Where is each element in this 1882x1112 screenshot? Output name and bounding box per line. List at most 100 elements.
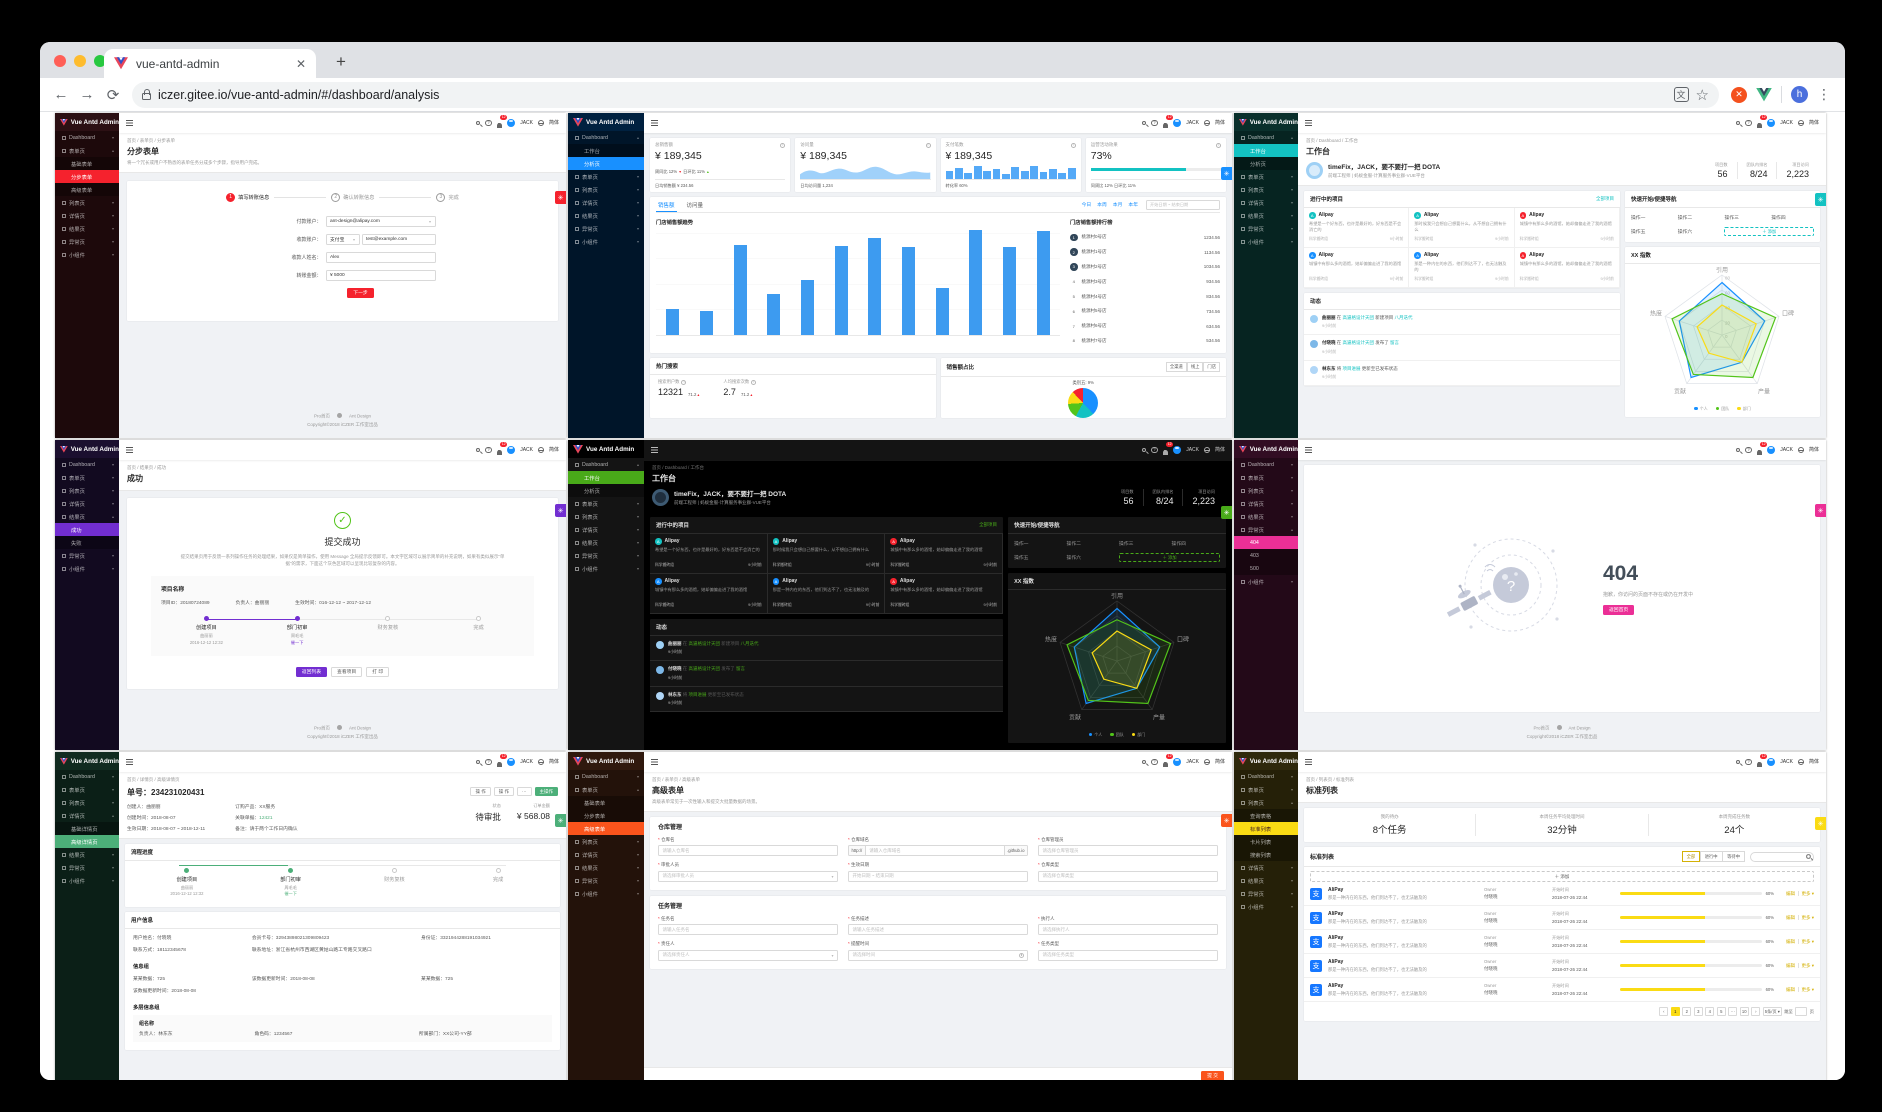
filter-option[interactable]: 等待中 <box>1722 851 1745 862</box>
all-projects-link[interactable]: 全部项目 <box>1596 196 1614 202</box>
user-avatar[interactable] <box>1767 445 1776 454</box>
sidebar-menu-item[interactable]: 详情页 ▾ <box>568 523 644 536</box>
project-card[interactable]: A Alipay 城镇中有那么多的酒馆，她却偏偏走进了我的酒馆 科学搬砖组 9小时前 <box>885 574 1004 614</box>
language-label[interactable]: 简体 <box>1215 119 1225 126</box>
sidebar-menu-item[interactable]: 小组件 ▾ <box>55 248 119 261</box>
app-logo[interactable]: Vue Antd Admin <box>568 113 644 131</box>
quick-op-link[interactable]: 操作一 <box>1631 214 1674 221</box>
sidebar-menu-item[interactable]: 结果页 ▾ <box>55 848 119 861</box>
sidebar-menu-item[interactable]: 403 <box>1234 549 1298 562</box>
breadcrumb[interactable]: 首页 / 详情页 / 高级详情页 <box>127 777 558 783</box>
search-icon[interactable] <box>475 759 481 765</box>
tab-close-icon[interactable]: ✕ <box>296 57 306 71</box>
project-name[interactable]: Alipay <box>665 578 680 584</box>
sidebar-menu-item[interactable]: 表单页 ▾ <box>1234 783 1298 796</box>
footer-link[interactable]: Ant Design <box>1569 725 1591 730</box>
list-row[interactable]: AliPay那是一种内在的东西，他们到达不了，也无法触及的 Owner付晓晓 开… <box>1304 978 1820 1002</box>
item-title[interactable]: AliPay <box>1328 935 1343 941</box>
item-title[interactable]: AliPay <box>1328 911 1343 917</box>
sidebar-menu-item[interactable]: 小组件 ▾ <box>55 874 119 887</box>
sidebar-menu-item[interactable]: 列表页 ▾ <box>55 196 119 209</box>
sidebar-menu-item[interactable]: Dashboard ▾ <box>1234 770 1298 783</box>
sidebar-menu-item[interactable]: 高级详情页 <box>55 835 119 848</box>
sidebar-menu-item[interactable]: 小组件 ▾ <box>1234 575 1298 588</box>
project-card[interactable]: A Alipay 希望是一个好东西，也许是最好的，好东西是不会消亡的 科学搬砖组 9… <box>650 534 768 574</box>
menu-fold-icon[interactable] <box>651 120 658 121</box>
user-avatar[interactable] <box>1173 118 1182 127</box>
project-team[interactable]: 科学搬砖组 <box>773 563 792 568</box>
username[interactable]: JACK <box>1780 120 1793 126</box>
warehouse-admin-select[interactable]: 请选择仓库管理员 <box>1038 845 1218 856</box>
theme-settings-gear-icon[interactable] <box>1221 814 1232 827</box>
search-icon[interactable] <box>1141 120 1147 126</box>
project-card[interactable]: A Alipay 城镇中有那么多的酒馆，她却偏偏走进了我的酒馆 科学搬砖组 9小时前 <box>650 574 768 614</box>
sidebar-menu-item[interactable]: 结果页 ▾ <box>568 536 644 549</box>
project-card[interactable]: A Alipay 那时候我只会想自己想要什么，从不想自己拥有什么 科学搬砖组 9小时… <box>1409 208 1515 248</box>
page-button[interactable]: 5 <box>1716 1007 1726 1016</box>
notification-bell-icon[interactable]: 12 <box>496 753 508 768</box>
sidebar-menu-item[interactable]: Dashboard ▴ <box>568 458 644 471</box>
user-avatar[interactable] <box>1173 445 1182 454</box>
sidebar-menu-item[interactable]: 异常页 ▾ <box>55 861 119 874</box>
view-project-button[interactable]: 查看项目 <box>331 666 363 677</box>
breadcrumb[interactable]: 首页 / Dashboard / 工作台 <box>1306 138 1818 144</box>
app-logo[interactable]: Vue Antd Admin <box>568 752 644 770</box>
main-action-button[interactable]: 主操作 <box>534 787 558 796</box>
range-link[interactable]: 本周 <box>1097 201 1107 208</box>
next-step-button[interactable]: 下一步 <box>347 287 374 298</box>
notification-bell-icon[interactable]: 12 <box>1162 441 1174 456</box>
info-icon[interactable] <box>925 142 931 148</box>
breadcrumb[interactable]: 首页 / 列表页 / 标准列表 <box>1306 777 1818 783</box>
back-button[interactable]: ← <box>48 82 74 108</box>
help-icon[interactable] <box>1745 446 1752 454</box>
sidebar-menu-item[interactable]: 异常页 ▾ <box>568 549 644 562</box>
page-button[interactable]: › <box>1751 1007 1761 1016</box>
sidebar-menu-item[interactable]: 小组件 ▾ <box>568 562 644 575</box>
sidebar-menu-item[interactable]: 高级表单 <box>55 183 119 196</box>
sidebar-menu-item[interactable]: 工作台 <box>568 471 644 484</box>
sidebar-menu-item[interactable]: 列表页 ▾ <box>568 510 644 523</box>
action-button[interactable]: 操 作 <box>493 787 514 796</box>
project-card[interactable]: A Alipay 那时候我只会想自己想要什么，从不想自己拥有什么 科学搬砖组 9小时… <box>767 534 886 574</box>
language-globe-icon[interactable] <box>1797 119 1804 126</box>
notification-bell-icon[interactable]: 12 <box>1162 114 1174 129</box>
date-range-picker[interactable]: 开始日期 ~ 结束日期 <box>1146 199 1220 210</box>
range-link[interactable]: 本年 <box>1128 201 1138 208</box>
sidebar-menu-item[interactable]: 列表页 ▾ <box>55 796 119 809</box>
more-actions-button[interactable]: ··· <box>517 787 532 796</box>
add-item-button[interactable]: ＋ 添加 <box>1310 871 1814 882</box>
github-icon[interactable] <box>337 724 342 730</box>
info-icon[interactable] <box>780 142 786 148</box>
project-name[interactable]: Alipay <box>1424 212 1439 218</box>
list-row[interactable]: AliPay那是一种内在的东西，他们到达不了，也无法触及的 Owner付晓晓 开… <box>1304 930 1820 954</box>
user-avatar[interactable] <box>507 757 516 766</box>
sidebar-menu-item[interactable]: 结果页 ▾ <box>1234 510 1298 523</box>
task-desc-input[interactable]: 请输入任务描述 <box>848 924 1028 935</box>
toggle-option[interactable]: 全渠道 <box>1165 362 1187 373</box>
app-logo[interactable]: Vue Antd Admin <box>1234 440 1298 458</box>
notification-bell-icon[interactable]: 12 <box>496 114 508 129</box>
page-size-select[interactable]: 5条/页 ▾ <box>1762 1007 1782 1016</box>
menu-fold-icon[interactable] <box>651 447 658 448</box>
list-row[interactable]: AliPay那是一种内在的东西，他们到达不了，也无法触及的 Owner付晓晓 开… <box>1304 882 1820 906</box>
menu-fold-icon[interactable] <box>126 759 133 760</box>
quick-op-link[interactable]: 操作二 <box>1067 540 1115 547</box>
search-icon[interactable] <box>1735 759 1741 765</box>
sidebar-menu-item[interactable]: 基础详情页 <box>55 822 119 835</box>
sidebar-menu-item[interactable]: 404 <box>1234 536 1298 549</box>
more-link[interactable]: 更多 ▾ <box>1801 987 1814 993</box>
amount-input[interactable]: ¥ 5000 <box>325 269 436 281</box>
language-label[interactable]: 简体 <box>1809 446 1819 453</box>
sidebar-menu-item[interactable]: 详情页 ▾ <box>1234 497 1298 510</box>
github-icon[interactable] <box>337 412 342 418</box>
help-icon[interactable] <box>1745 119 1752 127</box>
project-name[interactable]: Alipay <box>665 538 680 544</box>
project-name[interactable]: Alipay <box>900 538 915 544</box>
search-icon[interactable] <box>1735 447 1741 453</box>
sidebar-menu-item[interactable]: 基础表单 <box>55 157 119 170</box>
project-name[interactable]: Alipay <box>1319 252 1334 258</box>
page-button[interactable]: 1 <box>1670 1007 1680 1016</box>
github-icon[interactable] <box>1556 724 1562 730</box>
item-title[interactable]: AliPay <box>1328 959 1343 965</box>
sidebar-menu-item[interactable]: 小组件 ▾ <box>568 887 644 900</box>
